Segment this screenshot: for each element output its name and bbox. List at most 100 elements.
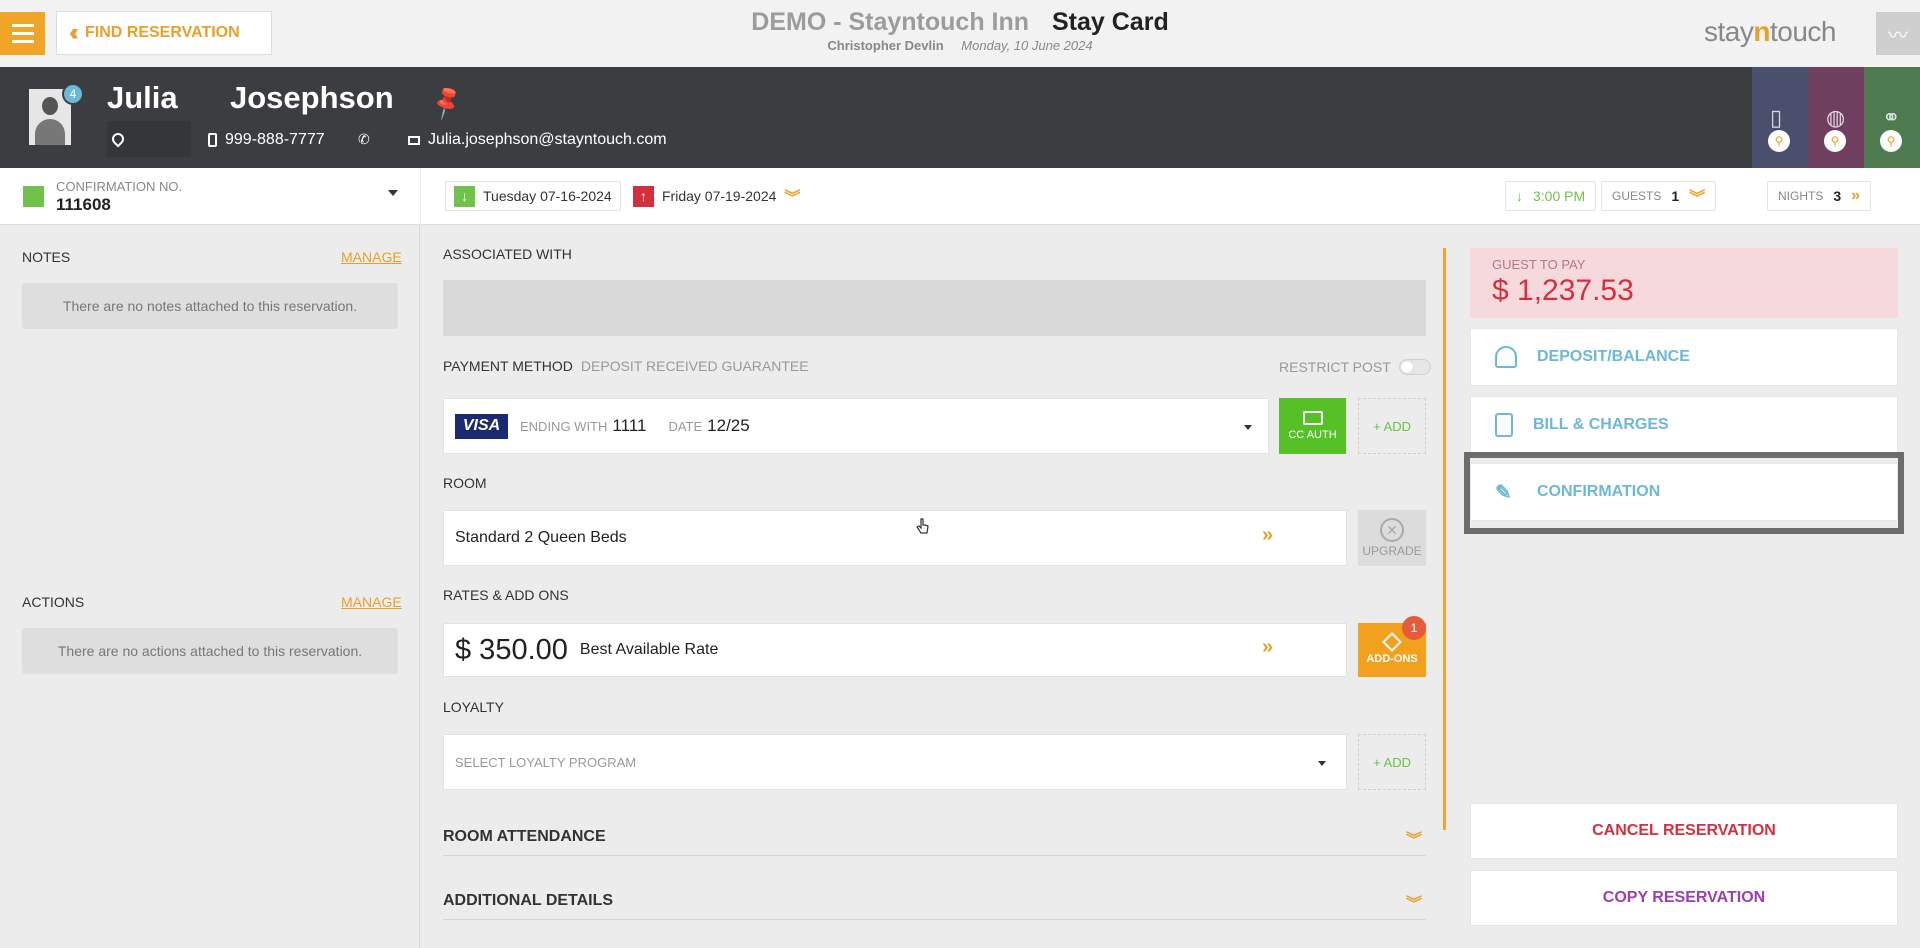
left-sidebar: CONFIRMATION NO. 111608 NOTES MANAGE The… — [0, 168, 420, 948]
rate-field[interactable]: $ 350.00 Best Available Rate » — [443, 623, 1347, 677]
double-chevron-right-icon: » — [1262, 636, 1273, 658]
notes-manage-link[interactable]: MANAGE — [341, 249, 402, 265]
arrow-down-icon: ↓ — [1516, 188, 1523, 204]
confirmation-label: CONFIRMATION NO. — [56, 179, 183, 194]
guest-tabs: ▯ ⚲ ◍ ⚲ ⚭ ⚲ — [1752, 67, 1920, 168]
avatar-badge: 4 — [62, 83, 84, 105]
tab-guest-card[interactable]: ▯ ⚲ — [1752, 67, 1808, 168]
arrow-down-icon: ↓ — [454, 185, 475, 207]
rate-amount: $ 350.00 — [455, 633, 568, 666]
credit-card-icon — [1302, 411, 1323, 425]
building-icon: ▯ — [1770, 105, 1783, 130]
caret-down-icon — [1244, 425, 1252, 430]
caret-down-icon — [1318, 761, 1326, 766]
deposit-balance-button[interactable]: DEPOSIT/BALANCE — [1470, 328, 1898, 386]
layers-icon — [1382, 632, 1402, 652]
arrow-up-icon: ↑ — [633, 185, 654, 207]
actions-empty: There are no actions attached to this re… — [22, 628, 398, 674]
stayntouch-logo: stayntouch — [1704, 16, 1836, 47]
arrival-date[interactable]: ↓ Tuesday 07-16-2024 — [445, 181, 621, 211]
guest-header: 4 Julia Josephson 📌 999-888-7777 ✆ Julia… — [0, 67, 1920, 168]
mail-icon — [408, 135, 420, 145]
double-chevron-right-icon: » — [1851, 187, 1861, 204]
guest-first-name: Julia — [107, 80, 178, 115]
search-icon: ⚲ — [1768, 130, 1790, 152]
restrict-post-toggle[interactable] — [1398, 359, 1431, 375]
mobile-phone-icon — [208, 133, 217, 147]
arrival-time[interactable]: ↓ 3:00 PM — [1505, 181, 1597, 211]
pin-icon[interactable]: 📌 — [427, 82, 467, 122]
upgrade-button[interactable]: ✕ UPGRADE — [1358, 510, 1426, 566]
loyalty-label: LOYALTY — [443, 699, 504, 715]
double-chevron-down-icon: ︾ — [784, 190, 801, 207]
double-chevron-right-icon: » — [1262, 524, 1273, 546]
card-last-digits: 1111 — [612, 416, 647, 435]
room-type: Standard 2 Queen Beds — [455, 529, 627, 546]
hand-cursor-icon — [916, 518, 929, 534]
payment-method-heading: PAYMENT METHOD DEPOSIT RECEIVED GUARANTEE — [443, 358, 809, 374]
restrict-post: RESTRICT POST — [1279, 359, 1431, 375]
page-title-block: DEMO - Stayntouch Inn Stay Card Christop… — [0, 8, 1920, 53]
copy-reservation-button[interactable]: COPY RESERVATION — [1470, 870, 1898, 926]
close-circle-icon: ✕ — [1380, 518, 1404, 542]
actions-manage-link[interactable]: MANAGE — [341, 594, 402, 610]
add-loyalty-button[interactable]: + ADD — [1358, 734, 1426, 790]
tab-group-card[interactable]: ⚭ ⚲ — [1864, 67, 1920, 168]
search-icon: ⚲ — [1824, 130, 1846, 152]
confirmation-number: 111608 — [56, 195, 111, 214]
coins-icon — [1495, 346, 1517, 368]
email-contact: Julia.josephson@stayntouch.com — [408, 131, 667, 149]
add-ons-count-badge: 1 — [1402, 616, 1426, 640]
guest-email: Julia.josephson@stayntouch.com — [428, 131, 667, 148]
associated-with-label: ASSOCIATED WITH — [443, 246, 572, 262]
room-type-field[interactable]: Standard 2 Queen Beds » — [443, 510, 1347, 566]
actions-title: ACTIONS — [22, 594, 85, 610]
cc-auth-button[interactable]: CC AUTH — [1279, 398, 1346, 454]
reservation-details: ASSOCIATED WITH PAYMENT METHOD DEPOSIT RE… — [421, 226, 1431, 948]
payment-method-select[interactable]: VISA ENDING WITH 1111 DATE 12/25 — [443, 398, 1269, 454]
cancel-reservation-button[interactable]: CANCEL RESERVATION — [1470, 803, 1898, 859]
guests-count[interactable]: GUESTS 1 ︾ — [1601, 181, 1717, 211]
phone-icon: ✆ — [358, 131, 370, 147]
top-bar: ‹‹ FIND RESERVATION DEMO - Stayntouch In… — [0, 0, 1920, 67]
globe-icon: ◍ — [1826, 105, 1846, 130]
phone-contact: 999-888-7777 — [208, 131, 325, 149]
tab-company-card[interactable]: ◍ ⚲ — [1808, 67, 1864, 168]
confirmation-selector[interactable]: CONFIRMATION NO. 111608 — [0, 168, 420, 225]
room-label: ROOM — [443, 475, 487, 491]
stay-dates-bar: ↓ Tuesday 07-16-2024 ↑ Friday 07-19-2024… — [421, 168, 1920, 225]
card-expiry: 12/25 — [707, 416, 750, 435]
page-title: Stay Card — [1052, 8, 1169, 36]
payment-guarantee: DEPOSIT RECEIVED GUARANTEE — [580, 358, 809, 374]
nights-count[interactable]: NIGHTS 3 » — [1767, 181, 1872, 211]
circles-icon: ⚭ — [1882, 105, 1901, 130]
guest-last-name: Josephson — [230, 80, 394, 115]
rate-name: Best Available Rate — [579, 641, 719, 658]
search-icon: ⚲ — [1880, 130, 1902, 152]
caret-down-icon — [388, 190, 398, 196]
business-date: Monday, 10 June 2024 — [961, 38, 1093, 53]
status-square — [23, 186, 44, 207]
section-divider — [1443, 248, 1446, 830]
loyalty-select[interactable]: SELECT LOYALTY PROGRAM — [443, 734, 1347, 790]
additional-details-section[interactable]: ADDITIONAL DETAILS ︾ — [443, 892, 1426, 920]
double-chevron-down-icon: ︾ — [1405, 896, 1422, 913]
bill-charges-button[interactable]: BILL & CHARGES — [1470, 396, 1898, 454]
visa-logo: VISA — [455, 413, 508, 439]
location-field[interactable] — [107, 121, 191, 157]
associated-with-field[interactable] — [443, 280, 1426, 336]
activity-icon[interactable]: 〰 — [1876, 12, 1920, 55]
notes-title: NOTES — [22, 249, 71, 265]
location-pin-icon — [109, 130, 127, 148]
rates-label: RATES & ADD ONS — [443, 587, 569, 603]
guest-phone: 999-888-7777 — [225, 131, 325, 148]
hotel-name: DEMO - Stayntouch Inn — [751, 8, 1030, 36]
add-payment-button[interactable]: + ADD — [1358, 398, 1426, 454]
double-chevron-down-icon: ︾ — [1689, 190, 1706, 207]
guest-to-pay-amount: $ 1,237.53 — [1492, 274, 1634, 307]
room-attendance-section[interactable]: ROOM ATTENDANCE ︾ — [443, 828, 1426, 856]
departure-date[interactable]: ↑ Friday 07-19-2024 ︾ — [625, 181, 808, 211]
focus-highlight — [1464, 452, 1904, 534]
calculator-icon — [1495, 413, 1513, 437]
landline-contact: ✆ — [358, 131, 370, 148]
